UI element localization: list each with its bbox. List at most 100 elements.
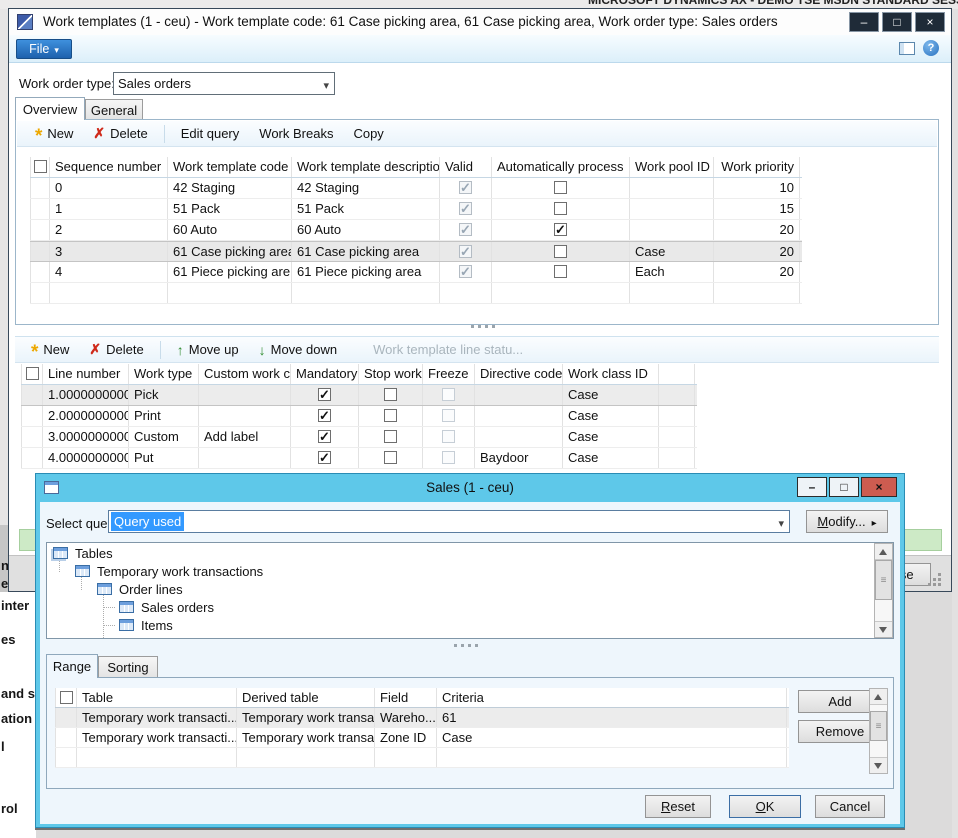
cell-stopwork[interactable] [359, 406, 423, 426]
table-row[interactable]: 1 51 Pack 51 Pack 15 [30, 199, 802, 220]
table-row[interactable]: 4 61 Piece picking are 61 Piece picking … [30, 262, 802, 283]
ok-button[interactable]: OK [729, 795, 801, 818]
cell-desc[interactable]: 61 Case picking area [292, 242, 440, 261]
cell-sequence[interactable]: 1 [50, 199, 168, 219]
column-header[interactable]: Table [77, 688, 237, 707]
checkbox[interactable] [384, 388, 397, 401]
cell-pool[interactable] [630, 178, 714, 198]
cell-line[interactable]: 3.0000000000 [43, 427, 129, 447]
table-row-selected[interactable]: 1.0000000000 Pick Case [21, 385, 697, 406]
checkbox[interactable] [318, 409, 331, 422]
cell-pool[interactable]: Case [630, 242, 714, 261]
cell-field[interactable]: Wareho... [375, 708, 437, 727]
cell-mandatory[interactable] [291, 427, 359, 447]
minimize-button[interactable]: – [849, 12, 879, 32]
table-row-selected[interactable]: Temporary work transacti... Temporary wo… [55, 708, 789, 728]
delete-button[interactable]: ✗Delete [83, 122, 157, 146]
scroll-up-button[interactable] [875, 544, 892, 560]
scroll-down-button[interactable] [875, 621, 892, 637]
dialog-close-button[interactable]: × [861, 477, 897, 497]
column-header[interactable]: Freeze [423, 364, 475, 384]
column-header[interactable]: Stop work [359, 364, 423, 384]
column-header[interactable]: Derived table [237, 688, 375, 707]
tree-scrollbar[interactable]: ≡ [874, 543, 893, 638]
cell-custom[interactable] [199, 385, 291, 405]
column-header[interactable]: Field [375, 688, 437, 707]
table-row-selected[interactable]: 3 61 Case picking area 61 Case picking a… [30, 241, 802, 262]
table-row[interactable]: 0 42 Staging 42 Staging 10 [30, 178, 802, 199]
column-header[interactable]: Work priority [714, 157, 800, 177]
cell-table[interactable]: Temporary work transacti... [77, 708, 237, 727]
table-row[interactable]: Temporary work transacti... Temporary wo… [55, 728, 789, 748]
cell-priority[interactable]: 10 [714, 178, 800, 198]
scroll-down-button[interactable] [870, 757, 887, 773]
cell-stopwork[interactable] [359, 427, 423, 447]
cell-worktype[interactable]: Pick [129, 385, 199, 405]
cell-directive[interactable]: Baydoor [475, 448, 563, 468]
cell-line[interactable]: 4.0000000000 [43, 448, 129, 468]
cell-line[interactable]: 1.0000000000 [43, 385, 129, 405]
window-titlebar[interactable]: Work templates (1 - ceu) - Work template… [9, 9, 951, 35]
cell-derived[interactable]: Temporary work transacti... [237, 728, 375, 747]
checkbox[interactable] [60, 691, 73, 704]
cell-mandatory[interactable] [291, 448, 359, 468]
checkbox[interactable] [26, 367, 39, 380]
cell-mandatory[interactable] [291, 406, 359, 426]
checkbox[interactable] [318, 451, 331, 464]
cell-pool[interactable]: Each [630, 262, 714, 282]
splitter-handle[interactable] [454, 644, 478, 647]
checkbox[interactable] [554, 245, 567, 258]
cell-code[interactable]: 60 Auto [168, 220, 292, 240]
cell-desc[interactable]: 60 Auto [292, 220, 440, 240]
cell-line[interactable]: 2.0000000000 [43, 406, 129, 426]
row-selector[interactable] [21, 406, 43, 426]
table-row[interactable]: 2 60 Auto 60 Auto 20 [30, 220, 802, 241]
cancel-button[interactable]: Cancel [815, 795, 885, 818]
select-query-combobox[interactable]: Query used ▾ [108, 510, 790, 533]
dialog-minimize-button[interactable]: – [797, 477, 827, 497]
cell-desc[interactable]: 51 Pack [292, 199, 440, 219]
column-header[interactable]: Criteria [437, 688, 787, 707]
column-header[interactable]: Directive code [475, 364, 563, 384]
cell-sequence[interactable]: 3 [50, 242, 168, 261]
new-button[interactable]: *New [25, 122, 83, 146]
cell-criteria[interactable]: Case [437, 728, 787, 747]
cell-code[interactable]: 42 Staging [168, 178, 292, 198]
cell-desc[interactable]: 42 Staging [292, 178, 440, 198]
cell-stopwork[interactable] [359, 385, 423, 405]
cell-auto[interactable] [492, 178, 630, 198]
cell-class[interactable]: Case [563, 448, 659, 468]
tab-overview[interactable]: Overview [15, 97, 85, 120]
column-header[interactable]: Custom work code [199, 364, 291, 384]
row-selector[interactable] [30, 178, 50, 198]
scroll-thumb[interactable]: ≡ [875, 560, 892, 600]
column-header[interactable]: Work pool ID [630, 157, 714, 177]
cell-class[interactable]: Case [563, 385, 659, 405]
move-up-button[interactable]: ↑Move up [167, 338, 249, 362]
cell-sequence[interactable]: 4 [50, 262, 168, 282]
copy-button[interactable]: Copy [343, 122, 393, 146]
row-selector[interactable] [55, 708, 77, 727]
column-header[interactable]: Mandatory [291, 364, 359, 384]
select-all-checkbox[interactable] [55, 688, 77, 707]
cell-priority[interactable]: 15 [714, 199, 800, 219]
cell-worktype[interactable]: Custom [129, 427, 199, 447]
cell-class[interactable]: Case [563, 427, 659, 447]
cell-sequence[interactable]: 0 [50, 178, 168, 198]
column-header[interactable]: Line number [43, 364, 129, 384]
cell-pool[interactable] [630, 220, 714, 240]
cell-priority[interactable]: 20 [714, 262, 800, 282]
cell-priority[interactable]: 20 [714, 242, 800, 261]
move-down-button[interactable]: ↓Move down [249, 338, 347, 362]
cell-class[interactable]: Case [563, 406, 659, 426]
row-selector[interactable] [30, 199, 50, 219]
row-selector[interactable] [30, 262, 50, 282]
tab-range[interactable]: Range [46, 654, 98, 678]
row-selector[interactable] [21, 385, 43, 405]
row-selector[interactable] [55, 728, 77, 747]
cell-worktype[interactable]: Print [129, 406, 199, 426]
cell-priority[interactable]: 20 [714, 220, 800, 240]
new-line-button[interactable]: *New [21, 338, 79, 362]
dialog-titlebar[interactable]: Sales (1 - ceu) [36, 474, 904, 502]
table-row[interactable]: 4.0000000000 Put Baydoor Case [21, 448, 697, 469]
